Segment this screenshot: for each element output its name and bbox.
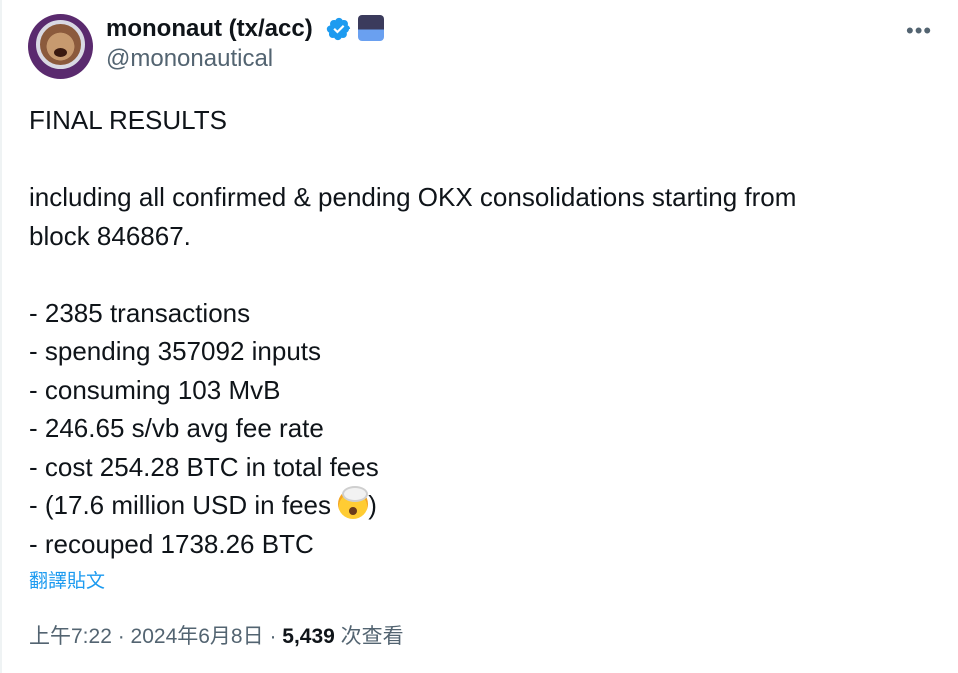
exploding-head-emoji-icon	[338, 486, 369, 519]
ellipsis-icon[interactable]: •••	[906, 20, 932, 42]
tweet-header: mononaut (tx/acc) @mononautical •••	[28, 12, 931, 79]
astronaut-helmet-icon	[36, 20, 85, 69]
verified-badge-icon[interactable]	[326, 16, 352, 42]
translate-post-link[interactable]: 翻譯貼文	[29, 566, 105, 593]
tweet-line-suffix: )	[368, 490, 377, 520]
monkey-mouth	[54, 48, 67, 57]
tweet-line: - 2385 transactions	[29, 297, 251, 328]
tweet-timestamp[interactable]: 上午7:22 · 2024年6月8日	[29, 625, 264, 648]
tweet-line-text: - (17.6 million USD in fees	[29, 490, 339, 520]
views-label: 次查看	[334, 625, 404, 648]
tweet-line: including all confirmed & pending OKX co…	[29, 182, 797, 212]
views-count: 5,439	[282, 625, 335, 648]
tweet-meta: 上午7:22 · 2024年6月8日 · 5,439 次查看	[29, 620, 404, 650]
author-display-name[interactable]: mononaut (tx/acc)	[106, 15, 313, 43]
tweet-line-with-emoji: - (17.6 million USD in fees )	[29, 486, 929, 525]
tweet-body: FINAL RESULTS including all confirmed & …	[29, 101, 929, 563]
affiliate-badge-icon[interactable]	[358, 15, 384, 41]
meta-separator: ·	[263, 625, 283, 648]
author-handle[interactable]: @mononautical	[106, 45, 273, 73]
tweet-line: - recouped 1738.26 BTC	[29, 528, 314, 559]
tweet-line: - spending 357092 inputs	[29, 336, 322, 366]
tweet-line: block 846867.	[29, 220, 191, 251]
tweet-line: - 246.65 s/vb avg fee rate	[29, 413, 324, 443]
tweet-line: - cost 254.28 BTC in total fees	[29, 451, 379, 482]
tweet-line: FINAL RESULTS	[29, 105, 227, 135]
page-left-border	[0, 0, 2, 673]
avatar[interactable]	[28, 14, 93, 79]
tweet-line: - consuming 103 MvB	[29, 374, 281, 405]
